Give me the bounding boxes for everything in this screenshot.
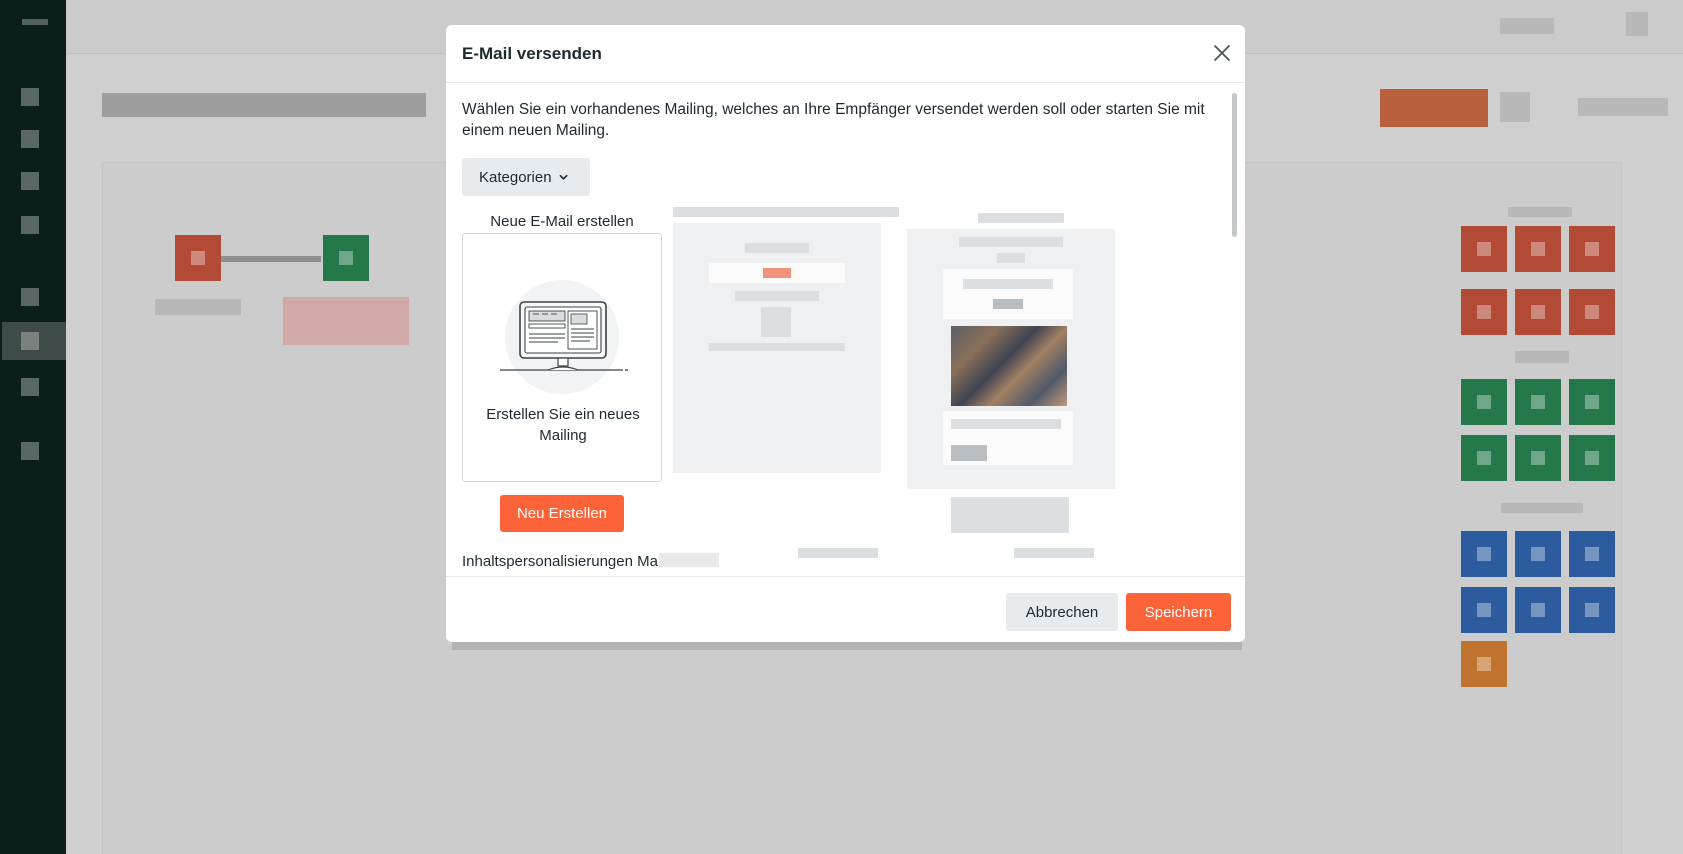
- modal-header: E-Mail versenden: [446, 25, 1245, 83]
- app-sidebar: [0, 0, 66, 854]
- section-label-partial: Inhaltspersonalisierungen Ma: [462, 553, 658, 570]
- create-new-button[interactable]: Neu Erstellen: [500, 495, 624, 532]
- new-email-label: Neue E-Mail erstellen: [490, 213, 634, 230]
- modal-body: Wählen Sie ein vorhandenes Mailing, welc…: [446, 83, 1245, 576]
- template-name-blurred: [673, 207, 899, 217]
- sidebar-nav-icon[interactable]: [21, 216, 39, 234]
- modal-scrollbar[interactable]: [1232, 93, 1237, 237]
- sidebar-nav-active[interactable]: [2, 322, 66, 360]
- new-mailing-card-text: Erstellen Sie ein neues Mailing: [486, 406, 640, 444]
- background-primary-button[interactable]: [1380, 89, 1488, 127]
- modal-intro-text: Wählen Sie ein vorhandenes Mailing, welc…: [462, 101, 1205, 139]
- new-mailing-card[interactable]: Erstellen Sie ein neues Mailing: [462, 233, 662, 482]
- close-button[interactable]: [1211, 42, 1233, 64]
- monitor-illustration-icon: [500, 301, 628, 371]
- section-label-fade: [659, 553, 719, 567]
- template-button-blurred[interactable]: [951, 497, 1069, 533]
- cancel-button[interactable]: Abbrechen: [1006, 593, 1118, 631]
- close-icon: [1214, 45, 1230, 61]
- background-page-title: [102, 93, 426, 117]
- categories-label: Kategorien: [479, 168, 552, 186]
- template-thumbnail[interactable]: [673, 223, 881, 473]
- modal-footer: Abbrechen Speichern: [446, 576, 1245, 642]
- sidebar-nav-icon[interactable]: [21, 442, 39, 460]
- send-email-modal: E-Mail versenden Wählen Sie ein vorhande…: [446, 25, 1245, 642]
- template-meta-blurred: [798, 548, 878, 558]
- template-thumbnail[interactable]: [907, 229, 1115, 489]
- sidebar-nav-icon[interactable]: [21, 378, 39, 396]
- modal-title: E-Mail versenden: [462, 44, 602, 63]
- app-logo: [22, 19, 48, 25]
- categories-dropdown[interactable]: Kategorien: [462, 158, 590, 196]
- sidebar-nav-icon[interactable]: [21, 88, 39, 106]
- chevron-down-icon: [559, 174, 568, 180]
- sidebar-nav-icon[interactable]: [21, 288, 39, 306]
- sidebar-nav-icon[interactable]: [21, 172, 39, 190]
- save-button[interactable]: Speichern: [1126, 593, 1231, 631]
- sidebar-nav-icon[interactable]: [21, 130, 39, 148]
- template-meta-blurred: [1014, 548, 1094, 558]
- template-name-blurred: [978, 213, 1064, 223]
